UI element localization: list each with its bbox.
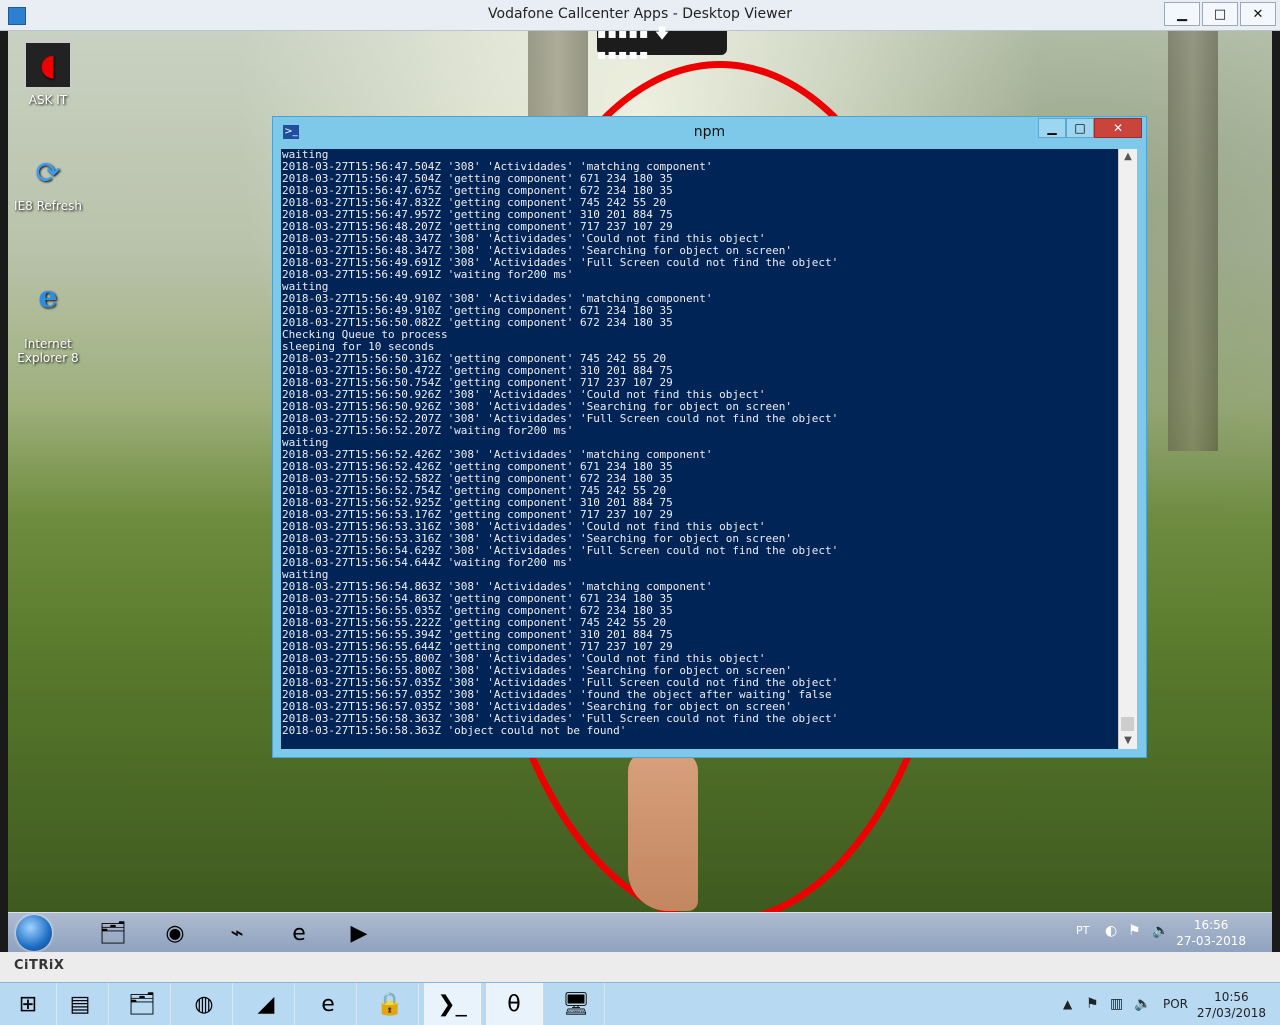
viewer-close-button[interactable]: ✕ (1240, 2, 1276, 26)
remote-taskbar: 🗂 ◉ ⌁ e ▶ PT ◐ ⚑ 🔈 16:56 27-03-2018 (8, 912, 1272, 953)
local-date: 27/03/2018 (1196, 1006, 1266, 1020)
desktop-icon-ie8-refresh[interactable]: ⟳ IE8 Refresh (8, 151, 88, 214)
viewer-minimize-button[interactable]: ▁ (1164, 2, 1200, 26)
viewer-title: Vodafone Callcenter Apps - Desktop Viewe… (488, 6, 792, 22)
media-player-icon[interactable]: ▶ (334, 916, 384, 950)
local-time: 10:56 (1214, 990, 1249, 1004)
console-output[interactable]: waiting 2018-03-27T15:56:47.504Z '308' 'A… (281, 149, 1121, 749)
internet-explorer-icon: e (38, 279, 58, 315)
volume-muted-icon[interactable]: 🔈 (1134, 996, 1151, 1012)
powershell-icon[interactable]: ❯_ (424, 983, 481, 1025)
language-indicator[interactable]: POR (1163, 997, 1188, 1011)
monitor-pulse-icon[interactable]: ⌁ (212, 916, 262, 950)
console-line: 2018-03-27T15:56:52.207Z 'waiting for200… (282, 424, 574, 437)
citrix-logo: CiTRiX (14, 958, 65, 973)
azure-icon[interactable]: ◢ (238, 983, 295, 1025)
remote-clock[interactable]: 16:56 27-03-2018 (1176, 917, 1246, 949)
refresh-arrows-icon: ⟳ (35, 155, 61, 191)
npm-window-title: npm (693, 124, 726, 140)
desktop-icon-label: ASK IT (28, 93, 68, 107)
console-line: 2018-03-27T15:56:54.644Z 'waiting for200… (282, 556, 574, 569)
show-hidden-icons-icon[interactable]: ▲ (1063, 997, 1072, 1011)
scroll-up-arrow-icon[interactable]: ▲ (1119, 149, 1137, 165)
language-indicator[interactable]: PT (1076, 924, 1089, 937)
local-clock[interactable]: 10:56 27/03/2018 (1197, 989, 1266, 1021)
windows-start-icon[interactable]: ⊞ (0, 983, 57, 1025)
local-taskbar: ⊞ ▤ 🗂 ◍ ◢ e 🔒 ❯_ θ 🖥 ▲ ⚑ ▥ 🔈 POR 10:56 27/03/2018 (0, 982, 1280, 1025)
remote-time: 16:56 (1193, 918, 1229, 932)
desktop-viewer-icon[interactable]: 🖥 (548, 983, 605, 1025)
viewer-maximize-button[interactable]: □ (1202, 2, 1238, 26)
action-center-icon[interactable]: ⚑ (1086, 996, 1099, 1012)
scroll-down-arrow-icon[interactable]: ▼ (1119, 733, 1137, 749)
internet-explorer-icon[interactable]: e (300, 983, 357, 1025)
start-orb-icon[interactable] (16, 915, 52, 951)
lock-app-icon[interactable]: 🔒 (362, 983, 419, 1025)
desktop-icon-internet-explorer[interactable]: e Internet Explorer 8 (8, 261, 88, 379)
scroll-thumb[interactable] (1121, 717, 1134, 731)
console-line: 2018-03-27T15:56:58.363Z 'object could n… (282, 724, 627, 737)
file-explorer-icon[interactable]: 🗂 (88, 916, 138, 950)
citrix-strip: CiTRiX (0, 952, 1280, 982)
firefox-icon[interactable]: ◍ (176, 983, 233, 1025)
npm-console-window[interactable]: >_ npm ▁ □ ✕ waiting 2018-03-27T15:56:47.… (272, 116, 1147, 758)
theta-app-icon[interactable]: θ (486, 983, 543, 1025)
desktop-icon-ask-it[interactable]: ◖ ASK IT (8, 41, 88, 107)
chrome-icon[interactable]: ◉ (150, 916, 200, 950)
npm-maximize-button[interactable]: □ (1066, 118, 1094, 138)
desktop-icon-label: Internet Explorer 8 (17, 337, 79, 365)
npm-close-button[interactable]: ✕ (1094, 118, 1142, 138)
server-manager-icon[interactable]: ▤ (52, 983, 109, 1025)
volume-muted-icon[interactable]: 🔈 (1152, 923, 1169, 939)
npm-title-bar[interactable]: >_ npm ▁ □ ✕ (273, 117, 1146, 149)
network-icon[interactable]: ◐ (1105, 923, 1117, 939)
internet-explorer-icon[interactable]: e (274, 916, 324, 950)
desktop-icon-label: IE8 Refresh (14, 199, 82, 213)
wallpaper-tree (1168, 31, 1218, 451)
citrix-connection-bar[interactable]: ▪▪▪▪▪ 🡇 ▪▪▪▪▪ (597, 26, 727, 63)
network-icon[interactable]: ▥ (1110, 996, 1123, 1012)
console-scrollbar[interactable]: ▲ ▼ (1118, 149, 1137, 749)
remote-date: 27-03-2018 (1176, 934, 1246, 948)
npm-minimize-button[interactable]: ▁ (1038, 118, 1066, 138)
wallpaper-figure (628, 751, 698, 911)
console-text: waiting 2018-03-27T15:56:47.504Z '308' 'A… (281, 149, 1121, 737)
console-line: 2018-03-27T15:56:49.691Z 'waiting for200… (282, 268, 574, 281)
flag-icon[interactable]: ⚑ (1128, 923, 1141, 939)
vodafone-laptop-icon: ◖ (24, 41, 72, 89)
file-explorer-icon[interactable]: 🗂 (114, 983, 171, 1025)
